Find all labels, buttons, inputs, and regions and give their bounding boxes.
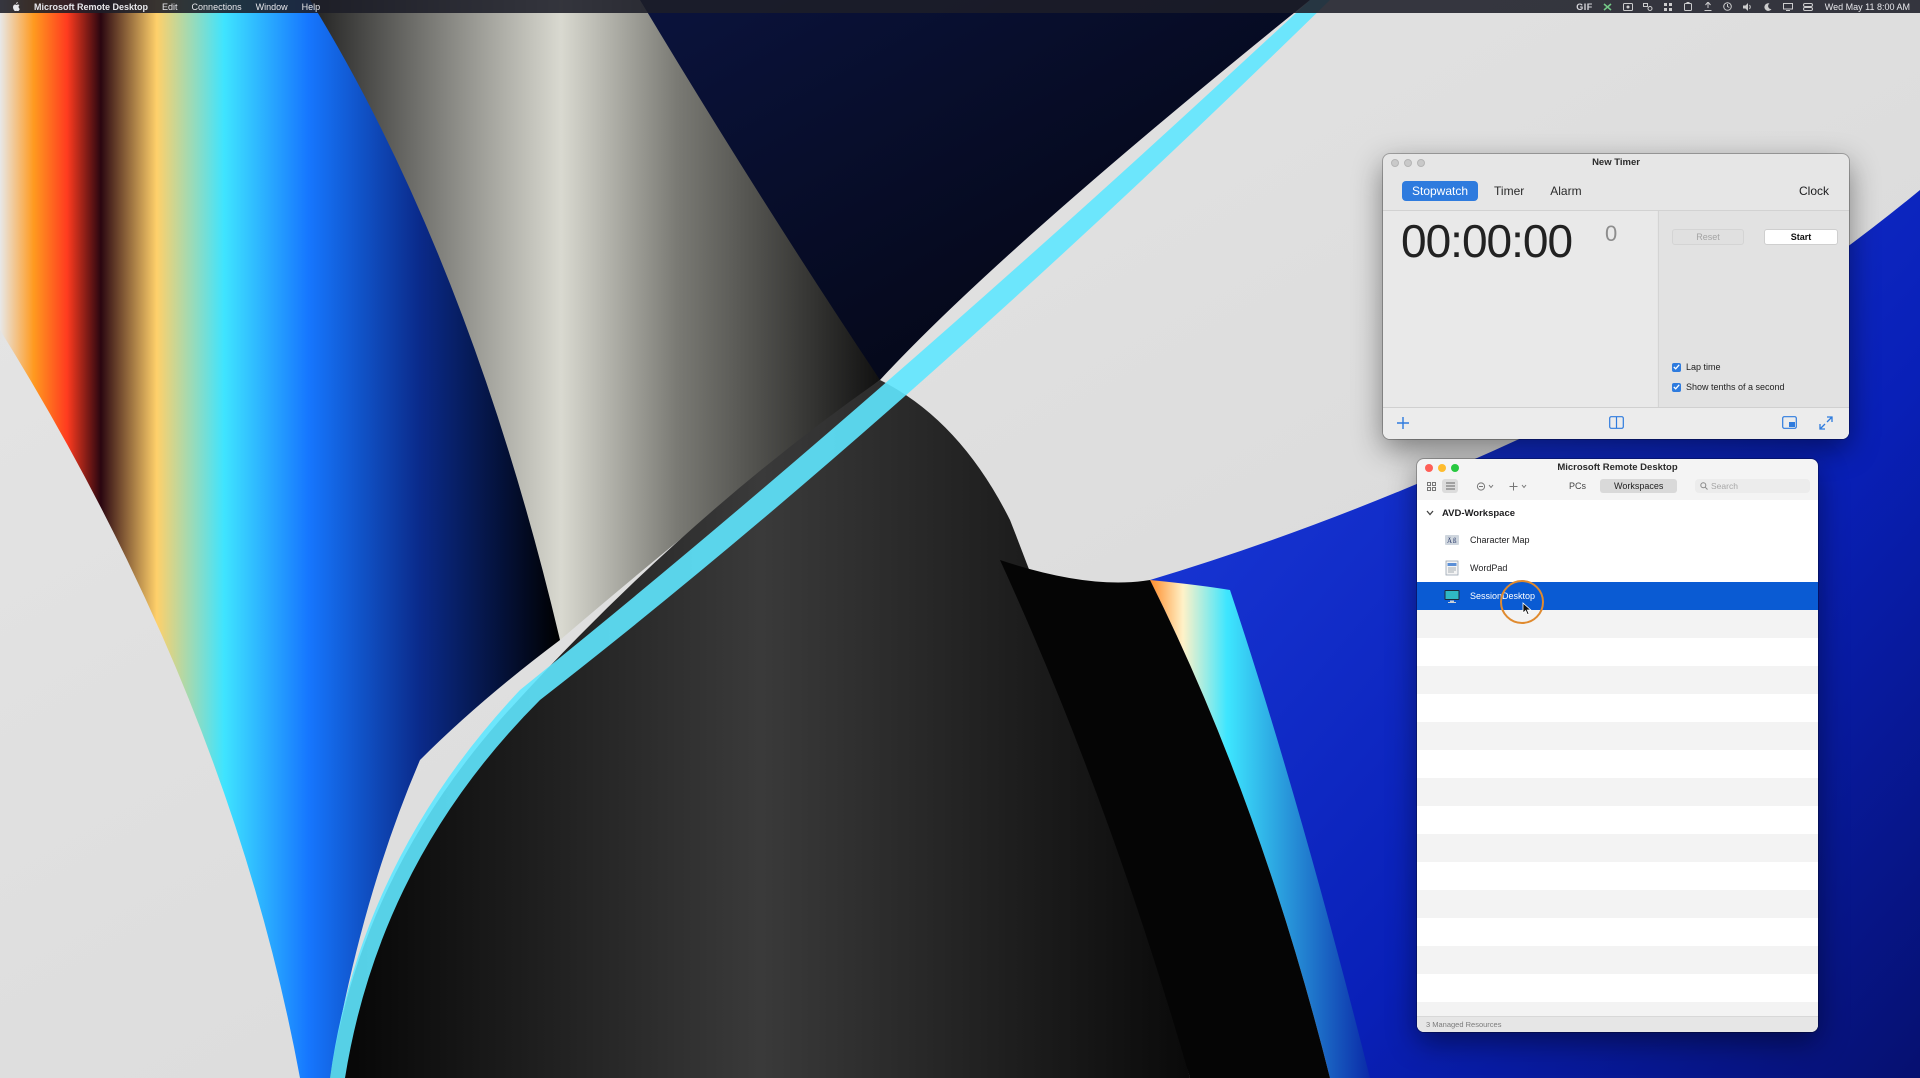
list-stripe — [1417, 666, 1818, 694]
more-options-icon[interactable] — [1475, 479, 1497, 493]
resource-row-wordpad[interactable]: WordPad — [1417, 554, 1818, 582]
control-center-icon[interactable] — [1802, 2, 1813, 11]
mouse-pointer-icon — [1522, 602, 1532, 616]
list-stripe — [1417, 890, 1818, 918]
list-stripe — [1417, 610, 1818, 638]
svg-text:ß: ß — [1453, 537, 1457, 545]
gif-status-icon[interactable]: GIF — [1576, 2, 1593, 12]
picture-in-picture-icon[interactable] — [1782, 416, 1797, 429]
stopwatch-tenths: 0 — [1605, 221, 1618, 246]
timer-titlebar[interactable]: New Timer — [1383, 154, 1849, 171]
timer-mode-tabs: Stopwatch Timer Alarm — [1402, 181, 1598, 201]
show-tenths-checkbox[interactable] — [1672, 382, 1681, 392]
minimize-window-button[interactable] — [1438, 464, 1446, 472]
segment-pcs[interactable]: PCs — [1555, 479, 1600, 493]
view-segmented-control: PCs Workspaces — [1555, 479, 1678, 493]
lap-time-label: Lap time — [1686, 362, 1721, 372]
chevron-down-icon[interactable] — [1426, 510, 1434, 516]
menubar-clock[interactable]: Wed May 11 8:00 AM — [1825, 2, 1910, 12]
menu-bar: Microsoft Remote Desktop Edit Connection… — [0, 0, 1920, 13]
timer-footer-bar — [1383, 407, 1849, 439]
list-stripe — [1417, 722, 1818, 750]
search-input[interactable] — [1711, 481, 1799, 491]
window-controls — [1391, 159, 1430, 167]
lap-time-checkbox-row[interactable]: Lap time — [1672, 362, 1721, 372]
status-bar: 3 Managed Resources — [1417, 1016, 1818, 1032]
search-icon — [1700, 482, 1708, 490]
tab-stopwatch[interactable]: Stopwatch — [1402, 181, 1479, 201]
lap-time-checkbox[interactable] — [1672, 362, 1681, 372]
display-icon[interactable] — [1782, 2, 1793, 11]
svg-text:Ä: Ä — [1447, 537, 1452, 545]
start-button[interactable]: Start — [1764, 229, 1838, 245]
show-tenths-label: Show tenths of a second — [1686, 382, 1785, 392]
zoom-window-button[interactable] — [1417, 159, 1425, 167]
time-machine-icon[interactable] — [1723, 2, 1733, 11]
menu-edit[interactable]: Edit — [162, 2, 178, 12]
search-field[interactable] — [1695, 479, 1810, 493]
show-tenths-checkbox-row[interactable]: Show tenths of a second — [1672, 382, 1785, 392]
tab-timer[interactable]: Timer — [1484, 181, 1534, 201]
remote-desktop-window: Microsoft Remote Desktop PCs Workspaces — [1417, 459, 1818, 1032]
reset-button[interactable]: Reset — [1672, 229, 1744, 245]
tab-clock[interactable]: Clock — [1799, 181, 1829, 201]
stopwatch-time: 00:00:00 — [1401, 215, 1573, 267]
add-timer-icon[interactable] — [1396, 416, 1410, 430]
control-icon[interactable] — [1642, 2, 1653, 11]
checkmark-icon — [1673, 364, 1680, 370]
add-menu-icon[interactable] — [1508, 479, 1530, 493]
resource-name: SessionDesktop — [1470, 591, 1536, 601]
tab-alarm[interactable]: Alarm — [1540, 181, 1591, 201]
resource-name: Character Map — [1470, 535, 1530, 545]
menu-app-name[interactable]: Microsoft Remote Desktop — [34, 2, 148, 12]
close-window-button[interactable] — [1391, 159, 1399, 167]
timer-window-title: New Timer — [1592, 157, 1640, 168]
menu-window[interactable]: Window — [256, 2, 288, 12]
app-status-icon[interactable] — [1603, 2, 1613, 11]
wordpad-icon — [1444, 560, 1460, 576]
resource-row-sessiondesktop[interactable]: SessionDesktop — [1417, 582, 1818, 610]
screen-record-icon[interactable] — [1622, 2, 1633, 11]
desktop-monitor-icon — [1444, 588, 1460, 604]
segment-workspaces[interactable]: Workspaces — [1600, 479, 1678, 493]
list-stripe — [1417, 946, 1818, 974]
resource-row-character-map[interactable]: Äß Character Map — [1417, 526, 1818, 554]
list-stripe — [1417, 834, 1818, 862]
list-view-icon[interactable] — [1442, 479, 1458, 493]
list-stripe — [1417, 778, 1818, 806]
window-controls — [1425, 464, 1464, 472]
volume-icon[interactable] — [1742, 2, 1753, 11]
upload-icon[interactable] — [1703, 2, 1713, 11]
clipboard-icon[interactable] — [1683, 2, 1693, 11]
minimize-window-button[interactable] — [1404, 159, 1412, 167]
fullscreen-expand-icon[interactable] — [1819, 416, 1833, 430]
focus-moon-icon[interactable] — [1763, 2, 1773, 11]
rdp-titlebar[interactable]: Microsoft Remote Desktop — [1417, 459, 1818, 476]
close-window-button[interactable] — [1425, 464, 1433, 472]
grid-app-icon[interactable] — [1663, 2, 1673, 11]
timer-window: New Timer Stopwatch Timer Alarm Clock 00… — [1383, 154, 1849, 439]
resource-name: WordPad — [1470, 563, 1508, 573]
zoom-window-button[interactable] — [1451, 464, 1459, 472]
character-map-icon: Äß — [1444, 532, 1460, 548]
workspace-group-name: AVD-Workspace — [1442, 507, 1516, 519]
apple-menu-icon[interactable] — [12, 2, 20, 11]
checkmark-icon — [1673, 384, 1680, 390]
grid-view-icon[interactable] — [1425, 479, 1437, 493]
split-view-icon[interactable] — [1609, 416, 1624, 429]
rdp-window-title: Microsoft Remote Desktop — [1557, 462, 1678, 473]
menu-help[interactable]: Help — [302, 2, 321, 12]
workspace-group-header[interactable]: AVD-Workspace — [1417, 500, 1818, 526]
resource-list: AVD-Workspace Äß Character Map WordPad S… — [1417, 500, 1818, 1020]
menu-connections[interactable]: Connections — [192, 2, 242, 12]
